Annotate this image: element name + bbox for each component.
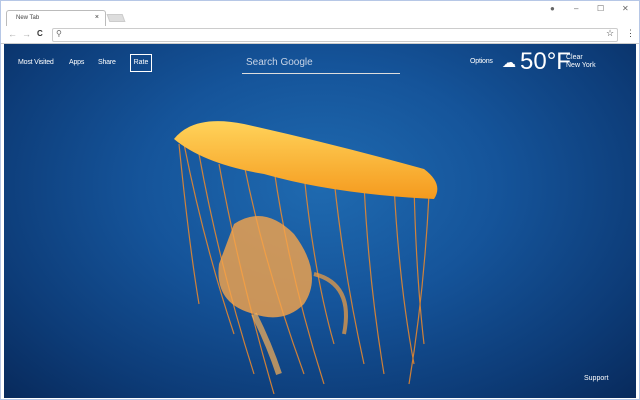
window-frame: [0, 0, 640, 400]
